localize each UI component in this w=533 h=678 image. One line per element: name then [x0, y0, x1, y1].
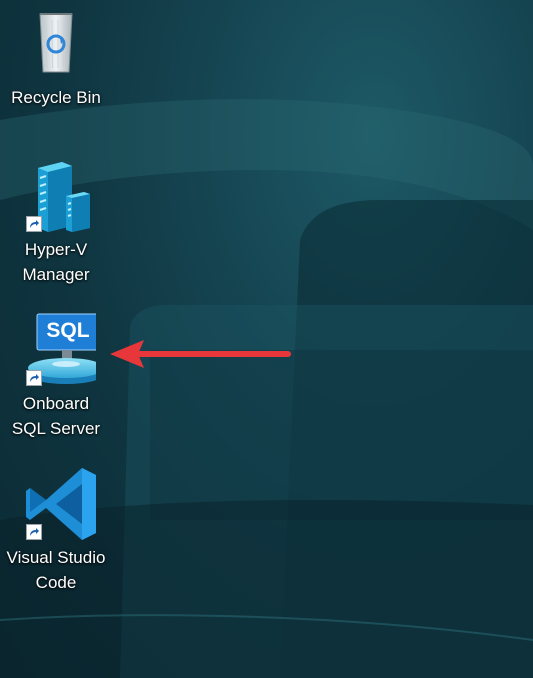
hyperv-label-line1: Hyper-V: [24, 240, 88, 259]
desktop-icon-onboard-sql-server[interactable]: SQL Onboard SQL Server: [4, 312, 108, 441]
server-stack-icon: [16, 158, 96, 234]
shortcut-arrow-icon: [26, 216, 42, 232]
shortcut-arrow-icon: [26, 524, 42, 540]
hyperv-manager-label: Hyper-V Manager: [22, 237, 89, 287]
onboard-sql-server-label: Onboard SQL Server: [12, 391, 100, 441]
vscode-label-line2: Code: [35, 573, 77, 592]
vscode-icon: [16, 466, 96, 542]
annotation-arrow: [108, 336, 298, 381]
shortcut-arrow-icon: [26, 370, 42, 386]
desktop-icon-recycle-bin[interactable]: Recycle Bin: [4, 6, 108, 110]
vscode-label-line1: Visual Studio: [6, 548, 106, 567]
sql-badge-text: SQL: [46, 319, 90, 342]
desktop-icon-vscode[interactable]: Visual Studio Code: [4, 466, 108, 595]
sql-server-icon: SQL: [16, 312, 96, 388]
recycle-bin-label: Recycle Bin: [11, 85, 101, 110]
onboard-sql-label-line2: SQL Server: [11, 419, 101, 438]
desktop-icon-hyperv-manager[interactable]: Hyper-V Manager: [4, 158, 108, 287]
hyperv-label-line2: Manager: [22, 265, 90, 284]
recycle-bin-label-line1: Recycle Bin: [11, 88, 101, 107]
onboard-sql-label-line1: Onboard: [22, 394, 90, 413]
vscode-label: Visual Studio Code: [7, 545, 106, 595]
recycle-bin-icon: [16, 6, 96, 82]
